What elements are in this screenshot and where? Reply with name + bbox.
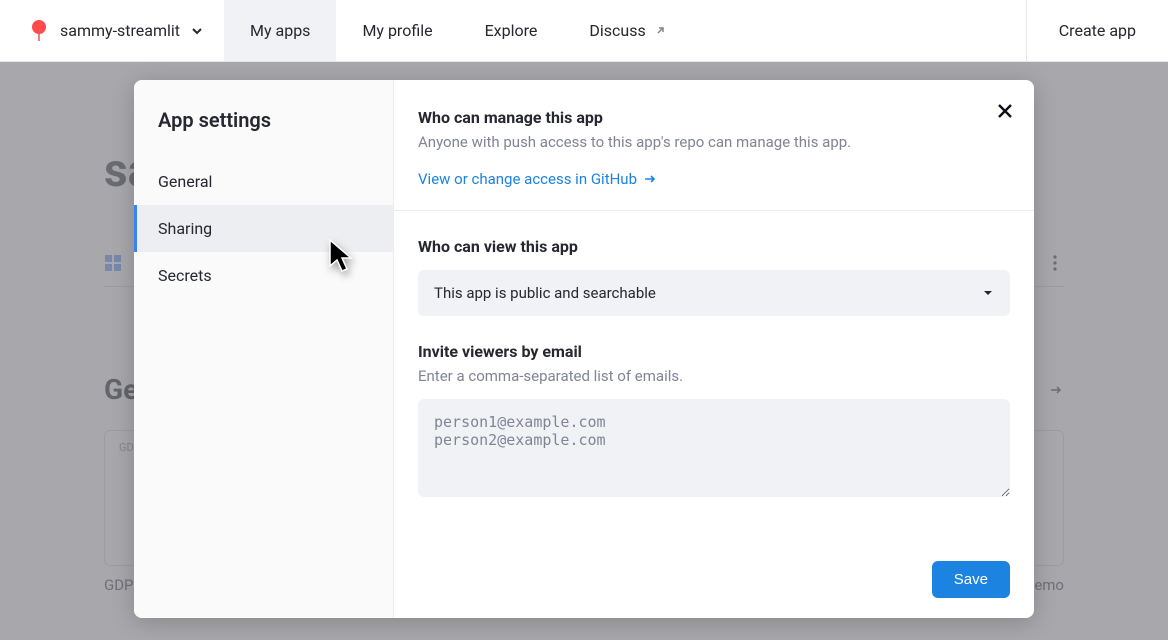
nav-my-apps[interactable]: My apps — [224, 0, 336, 61]
create-app-button[interactable]: Create app — [1026, 0, 1168, 61]
invite-section-desc: Enter a comma-separated list of emails. — [418, 367, 1010, 385]
settings-panel: Who can manage this app Anyone with push… — [394, 80, 1034, 618]
save-button[interactable]: Save — [932, 561, 1010, 598]
caret-down-icon — [982, 287, 994, 299]
invite-emails-input[interactable] — [418, 399, 1010, 497]
sidebar-item-sharing[interactable]: Sharing — [134, 205, 393, 252]
arrow-right-icon — [643, 172, 657, 186]
sidebar-item-general[interactable]: General — [134, 158, 393, 205]
nav-explore[interactable]: Explore — [459, 0, 564, 61]
close-button[interactable] — [996, 102, 1014, 120]
close-icon — [996, 102, 1014, 120]
top-bar: sammy-streamlit My apps My profile Explo… — [0, 0, 1168, 62]
manage-section-desc: Anyone with push access to this app's re… — [418, 133, 1010, 151]
chevron-down-icon — [190, 24, 204, 38]
section-divider — [394, 210, 1034, 211]
settings-sidebar-title: App settings — [134, 108, 393, 158]
github-access-link[interactable]: View or change access in GitHub — [418, 170, 657, 188]
invite-section-title: Invite viewers by email — [418, 342, 1010, 361]
top-nav: My apps My profile Explore Discuss — [224, 0, 693, 61]
visibility-select-value: This app is public and searchable — [434, 284, 656, 302]
nav-my-profile[interactable]: My profile — [336, 0, 458, 61]
manage-section-title: Who can manage this app — [418, 108, 1010, 127]
external-link-icon — [654, 24, 667, 37]
view-section-title: Who can view this app — [418, 237, 1010, 256]
settings-sidebar: App settings General Sharing Secrets — [134, 80, 394, 618]
visibility-select[interactable]: This app is public and searchable — [418, 270, 1010, 316]
sidebar-item-secrets[interactable]: Secrets — [134, 252, 393, 299]
streamlit-balloon-icon — [28, 20, 50, 42]
workspace-name: sammy-streamlit — [60, 21, 180, 40]
workspace-selector[interactable]: sammy-streamlit — [0, 0, 224, 61]
nav-discuss[interactable]: Discuss — [563, 0, 692, 61]
app-settings-modal: App settings General Sharing Secrets Who… — [134, 80, 1034, 618]
